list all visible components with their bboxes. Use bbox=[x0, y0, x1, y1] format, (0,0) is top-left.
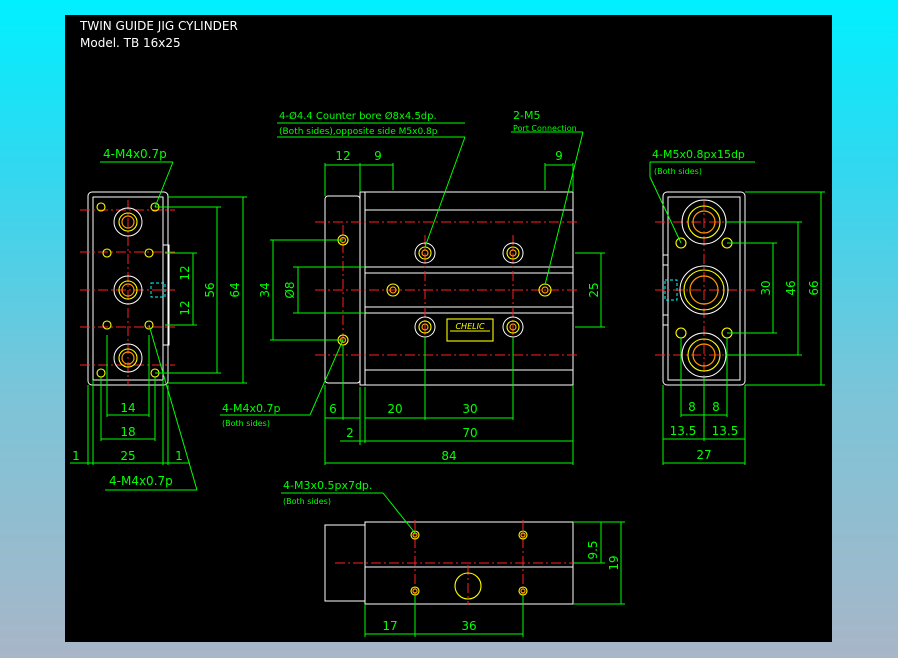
dim-bottom-36: 36 bbox=[461, 619, 476, 633]
note-port-label: 2-M5 bbox=[513, 109, 540, 122]
dim-left-1b: 1 bbox=[175, 449, 183, 463]
note-port-sub: Port Connection bbox=[513, 124, 577, 133]
note-front-thread: 4-M4x0.7p bbox=[222, 402, 280, 415]
dim-left-14: 14 bbox=[120, 401, 135, 415]
note-counterbore-line2: (Both sides),opposite side M5x0.8p bbox=[279, 127, 438, 137]
dim-front-34: 34 bbox=[258, 282, 272, 297]
dim-bottom-9-5: 9.5 bbox=[586, 540, 600, 559]
right-side-view: 30 46 66 8 8 13.5 13.5 27 4-M5x0.8px15dp… bbox=[649, 148, 825, 465]
drawing-sheet: TWIN GUIDE JIG CYLINDER Model. TB 16x25 bbox=[65, 15, 832, 642]
note-front-thread-sub: (Both sides) bbox=[222, 419, 270, 428]
note-bottom-thread-sub: (Both sides) bbox=[283, 497, 331, 506]
dim-left-25: 25 bbox=[120, 449, 135, 463]
dim-left-56: 56 bbox=[203, 282, 217, 297]
dim-front-20: 20 bbox=[387, 402, 402, 416]
dim-right-30: 30 bbox=[759, 280, 773, 295]
dim-right-27: 27 bbox=[696, 448, 711, 462]
note-counterbore-line1: 4-Ø4.4 Counter bore Ø8x4.5dp. bbox=[279, 110, 437, 122]
dim-front-84: 84 bbox=[441, 449, 456, 463]
dim-left-18: 18 bbox=[120, 425, 135, 439]
dim-front-d8: Ø8 bbox=[283, 281, 297, 298]
note-bottom-thread: 4-M3x0.5px7dp. bbox=[283, 479, 372, 492]
note-left-top-thread: 4-M4x0.7p bbox=[103, 147, 167, 161]
dim-front-9b: 9 bbox=[555, 149, 563, 163]
note-right-thread-sub: (Both sides) bbox=[654, 167, 702, 176]
dim-front-2: 2 bbox=[346, 426, 354, 440]
note-left-bottom-thread: 4-M4x0.7p bbox=[109, 474, 173, 488]
dim-front-6: 6 bbox=[329, 402, 337, 416]
left-side-view: 12 12 56 64 14 18 25 1 1 4-M4x0.7p 4-M4x… bbox=[70, 147, 247, 491]
dim-right-8a: 8 bbox=[688, 400, 696, 414]
front-view: CHELIC 12 9 9 34 Ø8 25 6 20 30 2 70 84 4… bbox=[220, 109, 605, 465]
bottom-view: 9.5 19 17 36 4-M3x0.5px7dp. (Both sides) bbox=[281, 479, 625, 637]
plate-brand: CHELIC bbox=[455, 322, 484, 331]
dim-left-12a: 12 bbox=[178, 265, 192, 280]
dim-front-70: 70 bbox=[462, 426, 477, 440]
dim-front-9a: 9 bbox=[374, 149, 382, 163]
dim-right-13-5a: 13.5 bbox=[670, 424, 697, 438]
dim-left-64: 64 bbox=[228, 282, 242, 297]
dim-bottom-17: 17 bbox=[382, 619, 397, 633]
dim-left-12b: 12 bbox=[178, 300, 192, 315]
dim-right-66: 66 bbox=[807, 280, 821, 295]
dim-front-25: 25 bbox=[587, 282, 601, 297]
dim-right-46: 46 bbox=[784, 280, 798, 295]
dim-bottom-19: 19 bbox=[607, 555, 621, 570]
title-line1: TWIN GUIDE JIG CYLINDER bbox=[79, 19, 238, 33]
dim-right-13-5b: 13.5 bbox=[712, 424, 739, 438]
dim-left-1a: 1 bbox=[72, 449, 80, 463]
dim-front-12: 12 bbox=[335, 149, 350, 163]
dim-front-30: 30 bbox=[462, 402, 477, 416]
dim-right-8b: 8 bbox=[712, 400, 720, 414]
title-line2: Model. TB 16x25 bbox=[80, 36, 181, 50]
cad-drawing: TWIN GUIDE JIG CYLINDER Model. TB 16x25 bbox=[70, 19, 825, 637]
note-right-thread: 4-M5x0.8px15dp bbox=[652, 148, 745, 161]
